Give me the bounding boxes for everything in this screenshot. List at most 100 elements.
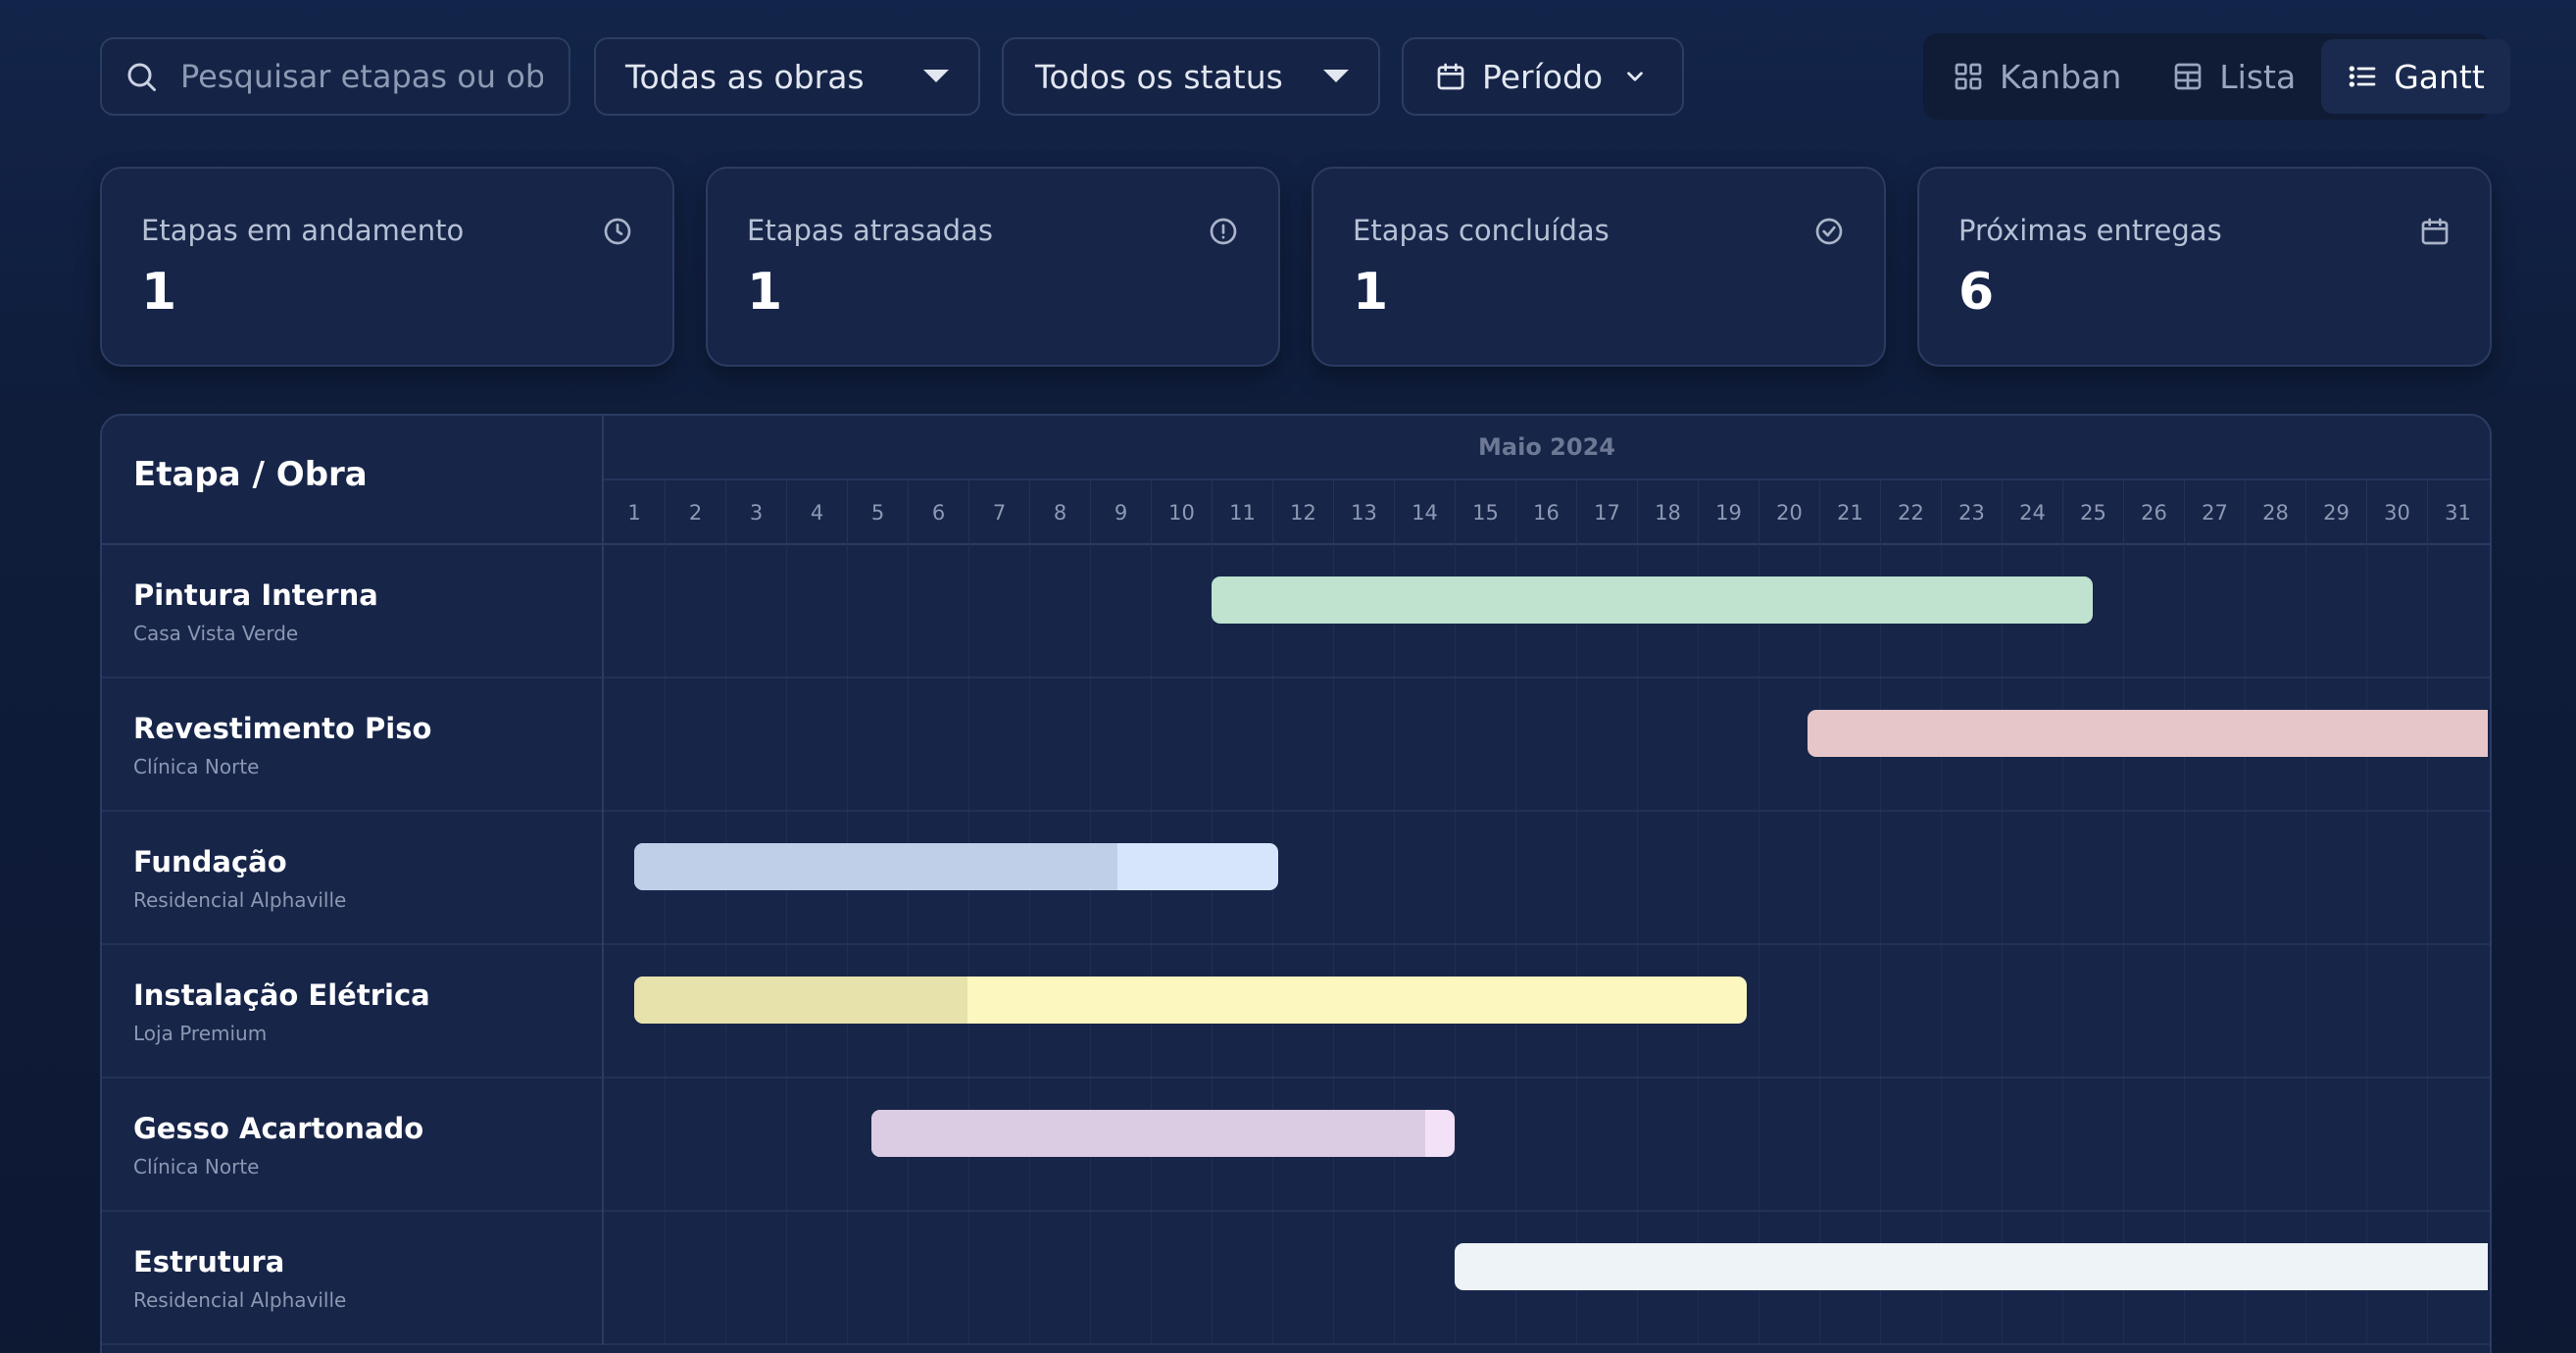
period-button[interactable]: Período <box>1402 37 1684 116</box>
grid-line <box>1090 1212 1091 1343</box>
grid-line <box>1151 545 1152 676</box>
day-label: 16 <box>1515 480 1576 545</box>
stat-card-proximas-entregas: Próximas entregas 6 <box>1917 167 2492 367</box>
grid-line <box>908 545 909 676</box>
gantt-day-header: 1 2 3 4 5 6 7 8 9 10 11 12 13 14 15 16 17 18 19 20 21 22 23 24 2… <box>604 480 2490 545</box>
task-name: Revestimento Piso <box>133 712 432 745</box>
view-kanban-label: Kanban <box>2000 57 2122 96</box>
task-bar[interactable] <box>634 843 1279 890</box>
grid-line <box>908 678 909 810</box>
grid-line <box>1333 678 1334 810</box>
status-select[interactable]: Todos os status <box>1002 37 1380 116</box>
task-name: Pintura Interna <box>133 578 378 612</box>
grid-line <box>2366 545 2367 676</box>
day-label: 30 <box>2366 480 2427 545</box>
gantt-row: Revestimento Piso Clínica Norte <box>102 678 2490 812</box>
day-label: 24 <box>2002 480 2062 545</box>
task-timeline <box>604 1212 2490 1343</box>
chevron-down-icon <box>1627 72 1643 81</box>
grid-line <box>786 545 787 676</box>
grid-line <box>1394 678 1395 810</box>
task-name-cell: Fundação Residencial Alphaville <box>102 812 604 945</box>
grid-line <box>1576 1078 1577 1210</box>
grid-line <box>2305 1078 2306 1210</box>
stat-value: 1 <box>1353 263 1389 322</box>
grid-line <box>2184 945 2185 1077</box>
task-name-cell: Pintura Interna Casa Vista Verde <box>102 545 604 678</box>
grid-line <box>1212 1212 1213 1343</box>
day-label: 12 <box>1272 480 1333 545</box>
caret-down-icon <box>923 70 949 82</box>
task-timeline <box>604 678 2490 810</box>
task-name: Gesso Acartonado <box>133 1112 424 1145</box>
grid-line <box>2123 545 2124 676</box>
task-name-cell: Revestimento Piso Clínica Norte <box>102 678 604 812</box>
view-lista-button[interactable]: Lista <box>2147 39 2321 114</box>
grid-line <box>2002 1078 2003 1210</box>
period-label: Período <box>1482 57 1604 96</box>
grid-line <box>2245 945 2246 1077</box>
day-label: 3 <box>725 480 786 545</box>
day-label: 14 <box>1394 480 1455 545</box>
grid-line <box>968 1212 969 1343</box>
grid-line <box>2002 812 2003 943</box>
task-bar[interactable] <box>1807 710 2488 757</box>
grid-line <box>1333 1212 1334 1343</box>
day-label: 31 <box>2427 480 2488 545</box>
calendar-icon <box>1437 63 1464 90</box>
obras-select[interactable]: Todas as obras <box>594 37 980 116</box>
day-label: 22 <box>1880 480 1941 545</box>
day-label: 4 <box>786 480 847 545</box>
grid-line <box>2245 1078 2246 1210</box>
task-bar[interactable] <box>634 977 1747 1024</box>
task-bar[interactable] <box>1455 1243 2488 1290</box>
gantt-header-title: Etapa / Obra <box>133 455 368 494</box>
day-label: 21 <box>1819 480 1880 545</box>
grid-line <box>2062 945 2063 1077</box>
gantt-row: Pintura Interna Casa Vista Verde <box>102 545 2490 678</box>
grid-line <box>1698 812 1699 943</box>
day-label: 27 <box>2184 480 2245 545</box>
grid-line <box>1637 1078 1638 1210</box>
grid-line <box>2123 945 2124 1077</box>
grid-line <box>665 678 666 810</box>
grid-line <box>1576 678 1577 810</box>
task-name: Estrutura <box>133 1245 285 1278</box>
stat-value: 1 <box>141 263 177 322</box>
grid-line <box>1515 678 1516 810</box>
gantt-chart: Etapa / Obra Maio 2024 1 2 3 4 5 6 7 8 9 10 11 12 13… <box>100 414 2492 1353</box>
grid-line <box>2305 812 2306 943</box>
day-label: 7 <box>968 480 1029 545</box>
day-label: 10 <box>1151 480 1212 545</box>
gantt-row: Instalação Elétrica Loja Premium <box>102 945 2490 1078</box>
grid-line <box>1455 1078 1456 1210</box>
stat-card-atrasadas: Etapas atrasadas 1 <box>706 167 1280 367</box>
grid-line <box>1698 678 1699 810</box>
grid-line <box>847 678 848 810</box>
grid-line <box>2366 945 2367 1077</box>
view-kanban-button[interactable]: Kanban <box>1927 39 2147 114</box>
day-label: 25 <box>2062 480 2123 545</box>
grid-line <box>2184 812 2185 943</box>
view-lista-label: Lista <box>2219 57 2297 96</box>
task-project: Residencial Alphaville <box>133 1288 347 1312</box>
task-bar[interactable] <box>870 1110 1455 1157</box>
grid-line <box>1637 812 1638 943</box>
grid-line <box>2427 945 2428 1077</box>
task-bar[interactable] <box>1212 576 2093 624</box>
task-name-cell: Instalação Elétrica Loja Premium <box>102 945 604 1078</box>
search-box[interactable] <box>100 37 570 116</box>
grid-line <box>725 678 726 810</box>
stat-value: 1 <box>747 263 783 322</box>
day-label: 15 <box>1455 480 1515 545</box>
grid-line <box>725 545 726 676</box>
task-timeline <box>604 1078 2490 1210</box>
day-label: 23 <box>1941 480 2002 545</box>
grid-line <box>2427 1078 2428 1210</box>
view-gantt-button[interactable]: Gantt <box>2321 39 2510 114</box>
gantt-row: Estrutura Residencial Alphaville <box>102 1212 2490 1345</box>
list-icon <box>2349 66 2376 87</box>
day-label: 1 <box>627 501 641 525</box>
stat-label: Etapas em andamento <box>141 214 465 247</box>
search-input[interactable] <box>180 58 543 95</box>
